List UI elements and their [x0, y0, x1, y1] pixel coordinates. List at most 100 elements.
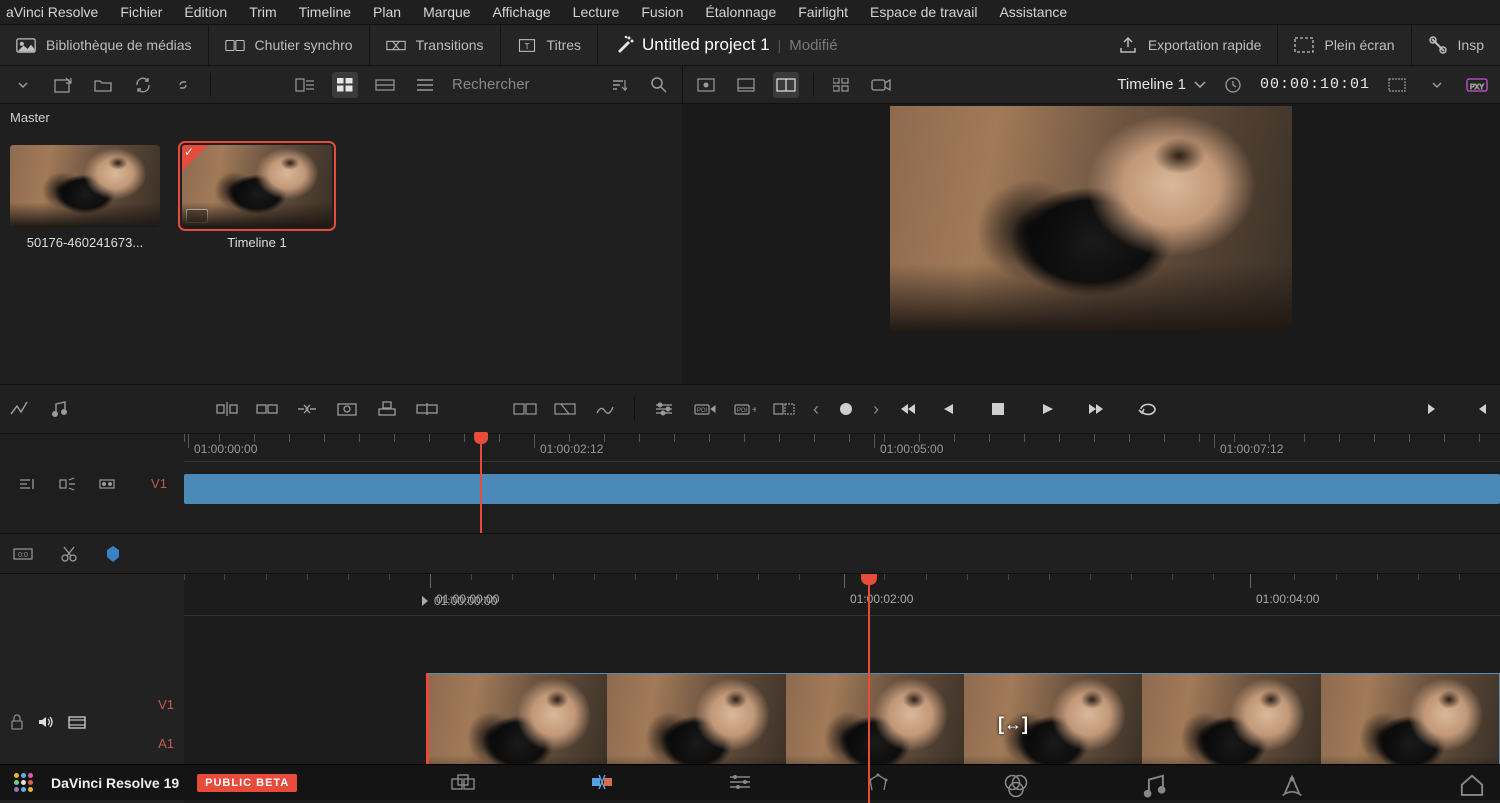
viewer-dual-icon[interactable] [773, 72, 799, 98]
menu-item[interactable]: Fusion [641, 4, 683, 20]
mini-timeline-track[interactable]: 01:00:00:0001:00:02:1201:00:05:0001:00:0… [184, 434, 1500, 533]
fairlight-page-icon[interactable] [1140, 772, 1168, 794]
inspector-button[interactable]: Insp [1412, 25, 1500, 65]
master-bin-label[interactable]: Master [10, 110, 672, 137]
media-clip-item[interactable]: 50176-460241673... [10, 145, 160, 250]
mini-tool1-icon[interactable] [14, 471, 40, 497]
track-label-v1[interactable]: V1 [158, 697, 174, 712]
timeline-ruler[interactable]: 01:00:00:00 01:00:00:0001:00:02:0001:00:… [184, 574, 1500, 616]
go-end-button[interactable] [1085, 396, 1111, 422]
viewer-preview[interactable] [890, 106, 1292, 332]
safe-area-icon[interactable] [1384, 72, 1410, 98]
quick-export-button[interactable]: Exportation rapide [1102, 25, 1279, 65]
sliders-icon[interactable] [651, 396, 677, 422]
filmstrip-icon[interactable] [68, 716, 86, 732]
deliver-page-icon[interactable] [1278, 772, 1306, 794]
home-icon[interactable] [1458, 772, 1486, 794]
viewer-single-icon[interactable] [693, 72, 719, 98]
menu-item[interactable]: aVinci Resolve [6, 4, 98, 20]
closeup-icon[interactable] [334, 396, 360, 422]
menu-item[interactable]: Plan [373, 4, 401, 20]
timeline-dropdown[interactable]: Timeline 1 [1117, 76, 1206, 93]
import-media-icon[interactable] [50, 72, 76, 98]
menu-item[interactable]: Lecture [573, 4, 620, 20]
prev-clip-button[interactable] [1468, 396, 1494, 422]
link-icon[interactable] [170, 72, 196, 98]
fullscreen-button[interactable]: Plein écran [1278, 25, 1411, 65]
jog-left-icon[interactable]: ‹ [813, 399, 819, 420]
music-icon[interactable] [46, 396, 72, 422]
razor-icon[interactable] [56, 541, 82, 567]
titles-tab[interactable]: T Titres [501, 25, 598, 65]
append-icon[interactable] [254, 396, 280, 422]
media-library-tab[interactable]: Bibliothèque de médias [0, 25, 209, 65]
menu-item[interactable]: Trim [249, 4, 276, 20]
transition-icon[interactable] [552, 396, 578, 422]
poi-next-icon[interactable]: POI+ [731, 396, 757, 422]
sync-icon[interactable] [130, 72, 156, 98]
cut-page-icon[interactable] [588, 772, 616, 794]
menu-item[interactable]: Espace de travail [870, 4, 977, 20]
stop-button[interactable] [985, 396, 1011, 422]
menu-item[interactable]: Timeline [299, 4, 351, 20]
marker-icon[interactable] [102, 543, 124, 565]
play-button[interactable] [1035, 396, 1061, 422]
smart-insert-icon[interactable] [214, 396, 240, 422]
edit-page-icon[interactable] [726, 772, 754, 794]
mini-playhead[interactable] [480, 434, 482, 533]
mini-tool3-icon[interactable] [94, 471, 120, 497]
mini-clip[interactable] [184, 474, 1500, 504]
list-view-icon[interactable] [412, 72, 438, 98]
poi-prev-icon[interactable]: POI [691, 396, 717, 422]
source-overwrite-icon[interactable] [414, 396, 440, 422]
camera-icon[interactable] [868, 72, 894, 98]
track-label-a1[interactable]: A1 [158, 736, 174, 751]
go-start-button[interactable] [893, 396, 919, 422]
loop-button[interactable] [1135, 396, 1161, 422]
import-folder-icon[interactable] [90, 72, 116, 98]
media-page-icon[interactable] [450, 772, 478, 794]
sync-bin-tab[interactable]: Chutier synchro [209, 25, 370, 65]
search-input[interactable] [452, 76, 592, 93]
ripple-overwrite-icon[interactable] [294, 396, 320, 422]
proxy-icon[interactable]: PXY [1464, 72, 1490, 98]
transitions-tab[interactable]: Transitions [370, 25, 501, 65]
viewer-grid-icon[interactable] [828, 72, 854, 98]
timeline-playhead[interactable] [868, 574, 870, 803]
menu-item[interactable]: Affichage [493, 4, 551, 20]
audio-icon[interactable] [38, 715, 54, 732]
split-icon[interactable] [771, 396, 797, 422]
chevron-down-icon[interactable] [10, 72, 36, 98]
place-on-top-icon[interactable] [374, 396, 400, 422]
clock-icon[interactable] [1220, 72, 1246, 98]
metadata-view-icon[interactable] [292, 72, 318, 98]
jog-right-icon[interactable]: › [873, 399, 879, 420]
menu-item[interactable]: Marque [423, 4, 470, 20]
next-clip-button[interactable] [1420, 396, 1446, 422]
menu-item[interactable]: Fichier [120, 4, 162, 20]
sort-icon[interactable] [606, 72, 632, 98]
color-page-icon[interactable] [1002, 772, 1030, 794]
chevron-down-icon[interactable] [1424, 72, 1450, 98]
tools-dropdown-icon[interactable] [512, 396, 538, 422]
track-header-v1[interactable]: V1 A1 [0, 671, 184, 776]
lock-icon[interactable] [10, 714, 24, 733]
mini-ruler[interactable]: 01:00:00:0001:00:02:1201:00:05:0001:00:0… [184, 434, 1500, 462]
boring-detector-icon[interactable] [6, 396, 32, 422]
menu-item[interactable]: Édition [184, 4, 227, 20]
menu-item[interactable]: Assistance [999, 4, 1067, 20]
titles-icon: T [517, 37, 537, 53]
prev-frame-button[interactable] [935, 396, 961, 422]
strip-view-icon[interactable] [372, 72, 398, 98]
search-icon[interactable] [646, 72, 672, 98]
timecode-display[interactable]: 00:00:10:01 [1260, 76, 1370, 93]
viewer-strip-icon[interactable] [733, 72, 759, 98]
timecode-tool-icon[interactable]: 0:0 [10, 541, 36, 567]
menu-item[interactable]: Fairlight [798, 4, 848, 20]
mini-tool2-icon[interactable] [54, 471, 80, 497]
enhance-icon[interactable] [592, 396, 618, 422]
record-button[interactable] [833, 396, 859, 422]
timeline-item[interactable]: Timeline 1 [182, 145, 332, 250]
menu-item[interactable]: Étalonnage [705, 4, 776, 20]
thumbnail-view-icon[interactable] [332, 72, 358, 98]
